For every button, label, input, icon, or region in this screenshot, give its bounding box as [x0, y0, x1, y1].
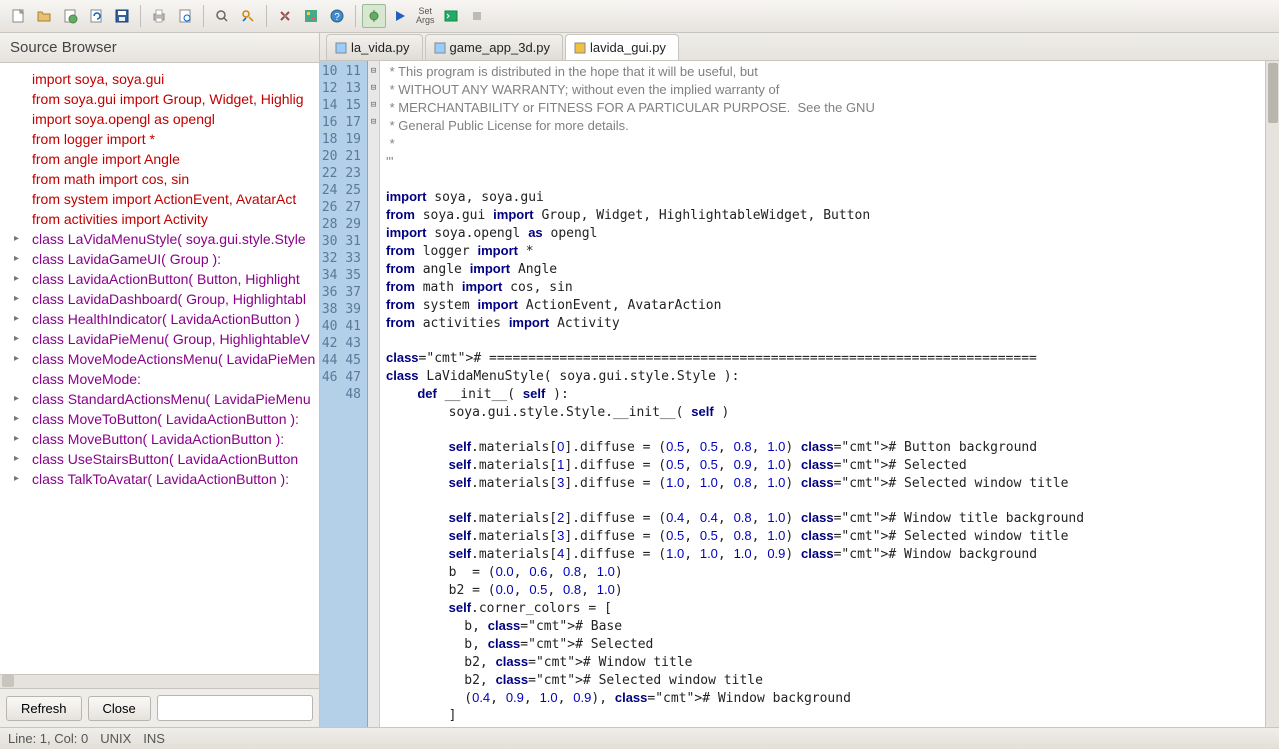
expand-icon[interactable]: ▸ — [14, 353, 19, 364]
expand-icon[interactable]: ▸ — [14, 273, 19, 284]
refresh-button[interactable]: Refresh — [6, 696, 82, 721]
source-tree-item[interactable]: ▸class MoveToButton( LavidaActionButton … — [0, 409, 319, 429]
expand-icon[interactable]: ▸ — [14, 233, 19, 244]
reload-button[interactable] — [84, 4, 108, 28]
source-tree-item[interactable]: from activities import Activity — [0, 209, 319, 229]
status-mode: INS — [143, 731, 165, 746]
sidebar-hscroll[interactable] — [0, 674, 319, 688]
expand-icon[interactable]: ▸ — [14, 333, 19, 344]
editor-vscroll[interactable] — [1265, 61, 1279, 727]
line-gutter: 10 11 12 13 14 15 16 17 18 19 20 21 22 2… — [320, 61, 368, 727]
find-replace-button[interactable] — [236, 4, 260, 28]
print-button[interactable] — [147, 4, 171, 28]
source-tree-item[interactable]: ▸class StandardActionsMenu( LavidaPieMen… — [0, 389, 319, 409]
editor-tab[interactable]: la_vida.py — [326, 34, 423, 60]
source-tree[interactable]: import soya, soya.guifrom soya.gui impor… — [0, 63, 319, 674]
source-tree-item[interactable]: ▸class HealthIndicator( LavidaActionButt… — [0, 309, 319, 329]
preferences-button[interactable] — [273, 4, 297, 28]
sidebar-title: Source Browser — [0, 33, 319, 63]
status-position: Line: 1, Col: 0 — [8, 731, 88, 746]
set-args-button[interactable]: SetArgs — [414, 4, 437, 28]
code-editor[interactable]: * This program is distributed in the hop… — [380, 61, 1265, 727]
source-tree-item[interactable]: ▸class LavidaPieMenu( Group, Highlightab… — [0, 329, 319, 349]
file-icon — [335, 42, 347, 54]
source-tree-item[interactable]: ▸class MoveModeActionsMenu( LavidaPieMen — [0, 349, 319, 369]
source-browser-panel: Source Browser import soya, soya.guifrom… — [0, 33, 320, 727]
new-file-button[interactable] — [6, 4, 30, 28]
source-tree-item[interactable]: from soya.gui import Group, Widget, High… — [0, 89, 319, 109]
find-button[interactable] — [210, 4, 234, 28]
source-tree-item[interactable]: ▸class LavidaDashboard( Group, Highlight… — [0, 289, 319, 309]
source-tree-item[interactable]: ▸class UseStairsButton( LavidaActionButt… — [0, 449, 319, 469]
open-file-button[interactable] — [32, 4, 56, 28]
recent-button[interactable] — [58, 4, 82, 28]
editor-tabs: la_vida.pygame_app_3d.pylavida_gui.py — [320, 33, 1279, 61]
expand-icon[interactable]: ▸ — [14, 253, 19, 264]
source-tree-item[interactable]: ▸class MoveButton( LavidaActionButton ): — [0, 429, 319, 449]
stop-button[interactable] — [465, 4, 489, 28]
expand-icon[interactable]: ▸ — [14, 393, 19, 404]
close-button[interactable]: Close — [88, 696, 151, 721]
expand-icon[interactable]: ▸ — [14, 473, 19, 484]
source-tree-item[interactable]: from angle import Angle — [0, 149, 319, 169]
source-tree-item[interactable]: from system import ActionEvent, AvatarAc… — [0, 189, 319, 209]
help-button[interactable]: ? — [325, 4, 349, 28]
editor-tab[interactable]: lavida_gui.py — [565, 34, 679, 60]
source-tree-item[interactable]: ▸class LavidaGameUI( Group ): — [0, 249, 319, 269]
source-tree-item[interactable]: class MoveMode: — [0, 369, 319, 389]
color-theme-button[interactable] — [299, 4, 323, 28]
expand-icon[interactable]: ▸ — [14, 313, 19, 324]
source-tree-item[interactable]: import soya, soya.gui — [0, 69, 319, 89]
status-bar: Line: 1, Col: 0 UNIX INS — [0, 727, 1279, 749]
main-toolbar: ? SetArgs — [0, 0, 1279, 33]
expand-icon[interactable]: ▸ — [14, 413, 19, 424]
save-button[interactable] — [110, 4, 134, 28]
run-button[interactable] — [388, 4, 412, 28]
filter-input[interactable] — [157, 695, 313, 721]
editor-panel: la_vida.pygame_app_3d.pylavida_gui.py 10… — [320, 33, 1279, 727]
file-icon — [434, 42, 446, 54]
status-encoding: UNIX — [100, 731, 131, 746]
source-tree-item[interactable]: ▸class LaVidaMenuStyle( soya.gui.style.S… — [0, 229, 319, 249]
source-tree-item[interactable]: from logger import * — [0, 129, 319, 149]
file-icon — [574, 42, 586, 54]
expand-icon[interactable]: ▸ — [14, 433, 19, 444]
source-tree-item[interactable]: from math import cos, sin — [0, 169, 319, 189]
source-tree-item[interactable]: ▸class TalkToAvatar( LavidaActionButton … — [0, 469, 319, 489]
source-tree-item[interactable]: import soya.opengl as opengl — [0, 109, 319, 129]
terminal-button[interactable] — [439, 4, 463, 28]
source-tree-item[interactable]: ▸class LavidaActionButton( Button, Highl… — [0, 269, 319, 289]
print-preview-button[interactable] — [173, 4, 197, 28]
svg-text:?: ? — [334, 12, 340, 23]
expand-icon[interactable]: ▸ — [14, 293, 19, 304]
expand-icon[interactable]: ▸ — [14, 453, 19, 464]
editor-tab[interactable]: game_app_3d.py — [425, 34, 563, 60]
debug-button[interactable] — [362, 4, 386, 28]
fold-gutter[interactable]: ⊟ ⊟ ⊟ ⊟ — [368, 61, 380, 727]
